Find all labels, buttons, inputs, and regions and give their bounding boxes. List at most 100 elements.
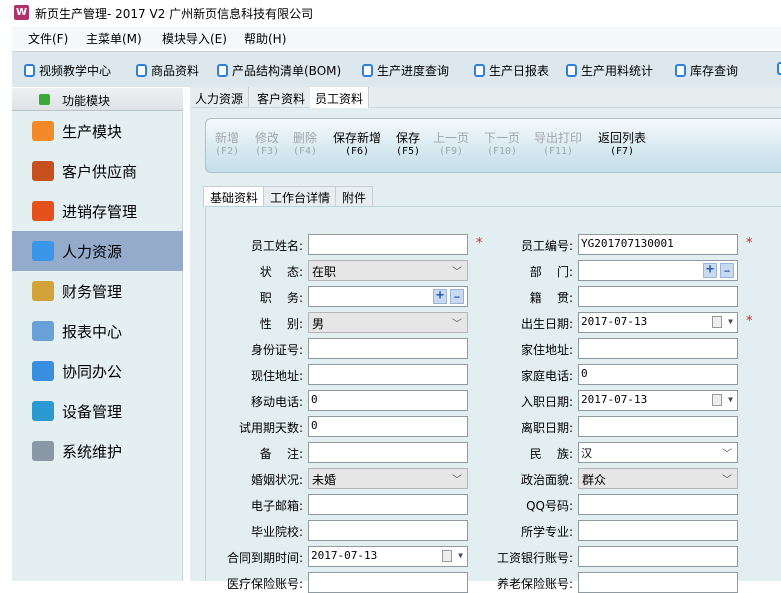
more-icon[interactable]: … xyxy=(450,289,464,304)
form-tab[interactable]: 附件 xyxy=(335,186,374,206)
window-icon xyxy=(217,64,228,77)
dropdown-arrow-icon[interactable]: ▼ xyxy=(728,395,733,404)
field-input[interactable] xyxy=(308,234,468,255)
field-label: 离职日期: xyxy=(520,421,573,435)
field-label: 合同到期时间: xyxy=(226,551,303,565)
calendar-icon[interactable] xyxy=(712,316,722,328)
field-value: 0 xyxy=(311,419,318,432)
toolbar-button-label: 产品结构清单(BOM) xyxy=(232,64,342,78)
sidebar-item[interactable]: 人力资源 xyxy=(12,231,183,271)
tab-1[interactable]: 客户资料 xyxy=(252,87,312,108)
action-shortcut: (F3) xyxy=(255,146,280,157)
toolbar-button[interactable]: 商品资料 xyxy=(136,62,199,79)
toolbar-button[interactable]: 产品结构清单(BOM) xyxy=(217,62,341,79)
window-icon xyxy=(362,64,373,77)
field-input[interactable] xyxy=(578,572,738,593)
sidebar-item[interactable]: 系统维护 xyxy=(12,431,183,471)
field-input[interactable]: 2017-07-13 ▼ xyxy=(578,390,738,411)
action-button[interactable]: 保存新增 (F6) xyxy=(333,132,381,158)
field-label: 职 务: xyxy=(259,291,303,305)
chevron-down-icon[interactable]: ﹀ xyxy=(722,445,732,460)
field-input[interactable] xyxy=(308,572,468,593)
tab-2[interactable]: 员工资料 xyxy=(310,87,370,109)
field-input[interactable]: 0 xyxy=(308,416,468,437)
sidebar-item[interactable]: 报表中心 xyxy=(12,311,183,351)
menu-help[interactable]: 帮助(H) xyxy=(244,30,286,47)
calendar-icon[interactable] xyxy=(712,394,722,406)
field-input[interactable]: 男 ﹀ xyxy=(308,312,468,333)
field-value: 汉 xyxy=(581,447,592,460)
field-input[interactable]: 未婚 ﹀ xyxy=(308,468,468,489)
toolbar-button[interactable]: 库存查询 xyxy=(675,62,738,79)
field-value: 群众 xyxy=(582,473,607,487)
chevron-down-icon[interactable]: ﹀ xyxy=(722,471,732,486)
field-input[interactable]: +… xyxy=(578,260,738,281)
calendar-icon xyxy=(32,361,54,381)
toolbar-button[interactable]: 视频教学中心 xyxy=(24,62,111,79)
dropdown-arrow-icon[interactable]: ▼ xyxy=(728,317,733,326)
form-tab[interactable]: 基础资料 xyxy=(203,186,266,207)
field-input[interactable] xyxy=(578,286,738,307)
field-input[interactable]: 在职 ﹀ xyxy=(308,260,468,281)
field-input[interactable] xyxy=(308,364,468,385)
field-label: 养老保险账号: xyxy=(496,577,573,591)
field-input[interactable] xyxy=(578,546,738,567)
app-logo-icon: W xyxy=(14,5,29,20)
sidebar-item[interactable]: 财务管理 xyxy=(12,271,183,311)
menu-module-import[interactable]: 模块导入(E) xyxy=(162,30,227,47)
device-icon xyxy=(32,401,54,421)
chevron-down-icon[interactable]: ﹀ xyxy=(452,471,462,486)
sidebar-item[interactable]: 客户供应商 xyxy=(12,151,183,191)
sidebar-item[interactable]: 设备管理 xyxy=(12,391,183,431)
form-tab[interactable]: 工作台详情 xyxy=(263,186,338,206)
menu-file[interactable]: 文件(F) xyxy=(28,30,68,47)
field-input[interactable]: 群众 ﹀ xyxy=(578,468,738,489)
field-label: 身份证号: xyxy=(250,343,303,357)
action-shortcut: (F6) xyxy=(344,146,370,157)
toolbar-button[interactable]: 生产进度查询 xyxy=(362,62,449,79)
person-icon xyxy=(32,241,54,261)
field-input[interactable]: 汉 ﹀ xyxy=(578,442,738,463)
field-input[interactable] xyxy=(578,494,738,515)
field-input[interactable]: 0 xyxy=(578,364,738,385)
add-icon[interactable]: + xyxy=(433,289,447,304)
menu-main[interactable]: 主菜单(M) xyxy=(86,30,142,47)
field-input[interactable] xyxy=(578,520,738,541)
chevron-down-icon[interactable]: ﹀ xyxy=(452,263,462,278)
field-input[interactable] xyxy=(308,494,468,515)
toolbar-button[interactable]: 生产用料统计 xyxy=(566,62,653,79)
action-label: 修改 xyxy=(255,131,280,145)
sidebar-item[interactable]: 生产模块 xyxy=(12,111,183,151)
field-input[interactable] xyxy=(308,442,468,463)
field-input[interactable] xyxy=(308,338,468,359)
sidebar-item-label: 系统维护 xyxy=(62,442,123,461)
tab-0[interactable]: 人力资源 xyxy=(190,87,250,108)
sidebar-item-label: 进销存管理 xyxy=(62,202,138,221)
sidebar-item[interactable]: 进销存管理 xyxy=(12,191,183,231)
field-input[interactable]: 0 xyxy=(308,390,468,411)
calendar-icon[interactable] xyxy=(442,550,452,562)
field-input[interactable] xyxy=(308,520,468,541)
chevron-down-icon[interactable]: ﹀ xyxy=(452,315,462,330)
field-label: 试用期天数: xyxy=(238,421,303,435)
toolbar-button-overflow[interactable] xyxy=(777,62,781,75)
field-input[interactable]: 2017-07-13 ▼ xyxy=(308,546,468,567)
more-icon[interactable]: … xyxy=(720,263,734,278)
field-input[interactable]: 2017-07-13 ▼ xyxy=(578,312,738,333)
action-button[interactable]: 返回列表 (F7) xyxy=(598,132,646,158)
add-icon[interactable]: + xyxy=(703,263,717,278)
field-input[interactable] xyxy=(578,338,738,359)
field-label: 籍 贯: xyxy=(529,291,573,305)
toolbar-button[interactable]: 生产日报表 xyxy=(474,62,549,79)
action-button: 导出打印 (F11) xyxy=(534,132,582,158)
window-icon xyxy=(566,64,577,77)
sidebar-item[interactable]: 协同办公 xyxy=(12,351,183,391)
field-input[interactable]: YG201707130001 xyxy=(578,234,738,255)
action-button: 新增 (F2) xyxy=(215,132,239,158)
toolbar-button-label: 视频教学中心 xyxy=(39,64,112,78)
field-input[interactable] xyxy=(578,416,738,437)
field-input[interactable]: +… xyxy=(308,286,468,307)
action-button[interactable]: 保存 (F5) xyxy=(396,132,420,158)
action-label: 保存新增 xyxy=(333,131,382,145)
field-label: 政治面貌: xyxy=(520,473,573,487)
